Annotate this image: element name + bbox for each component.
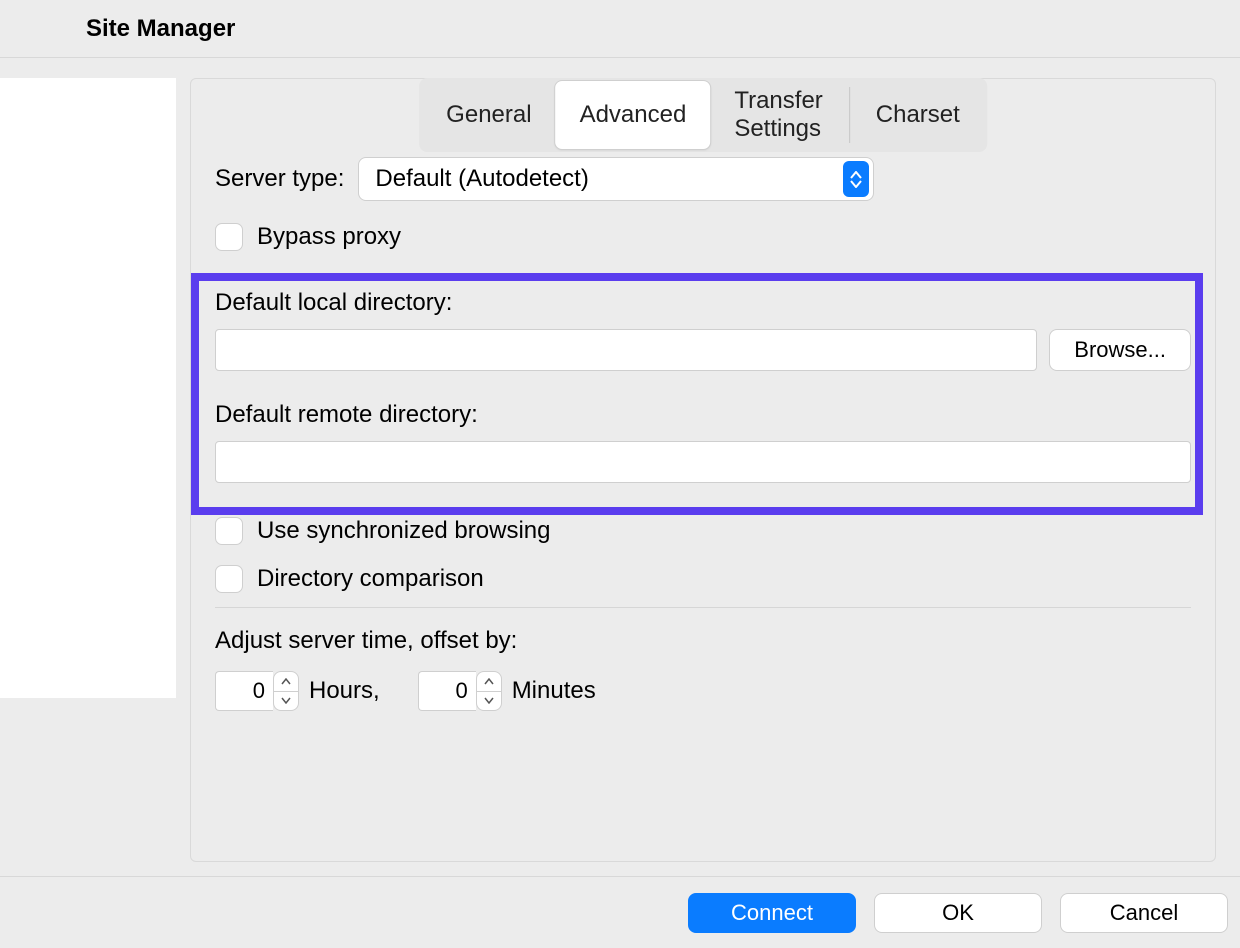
button-label: OK <box>942 900 974 926</box>
divider <box>215 607 1191 608</box>
tab-general[interactable]: General <box>422 81 555 149</box>
chevron-down-icon <box>274 692 298 711</box>
sync-browsing-label: Use synchronized browsing <box>257 517 550 545</box>
default-local-dir-input[interactable] <box>215 329 1037 371</box>
default-remote-dir-input[interactable] <box>215 441 1191 483</box>
dir-compare-label: Directory comparison <box>257 565 484 593</box>
settings-panel: General Advanced Transfer Settings Chars… <box>190 78 1216 862</box>
button-label: Connect <box>731 900 813 926</box>
default-remote-dir-label: Default remote directory: <box>215 401 478 429</box>
tab-label: Charset <box>876 101 960 129</box>
ok-button[interactable]: OK <box>874 893 1042 933</box>
chevron-up-icon <box>274 672 298 692</box>
tab-charset[interactable]: Charset <box>852 81 984 149</box>
adjust-time-label: Adjust server time, offset by: <box>215 627 517 655</box>
updown-icon <box>843 161 869 197</box>
site-list-sidebar[interactable] <box>0 78 176 698</box>
minutes-label: Minutes <box>512 677 596 705</box>
hours-input[interactable] <box>215 671 273 711</box>
chevron-down-icon <box>477 692 501 711</box>
window-title: Site Manager <box>86 15 235 43</box>
default-local-dir-label: Default local directory: <box>215 289 452 317</box>
tab-label: Transfer Settings <box>734 87 823 143</box>
minutes-input[interactable] <box>418 671 476 711</box>
sync-browsing-checkbox[interactable] <box>215 517 243 545</box>
hours-stepper[interactable] <box>273 671 299 711</box>
dialog-footer: Connect OK Cancel <box>0 876 1240 948</box>
server-type-value: Default (Autodetect) <box>375 165 588 193</box>
tab-transfer-settings[interactable]: Transfer Settings <box>710 81 847 149</box>
hours-label: Hours, <box>309 677 380 705</box>
tab-advanced[interactable]: Advanced <box>556 81 711 149</box>
server-type-label: Server type: <box>215 165 344 193</box>
button-label: Cancel <box>1110 900 1178 926</box>
tab-label: General <box>446 101 531 129</box>
bypass-proxy-label: Bypass proxy <box>257 223 401 251</box>
server-type-select[interactable]: Default (Autodetect) <box>358 157 874 201</box>
dir-compare-checkbox[interactable] <box>215 565 243 593</box>
browse-button[interactable]: Browse... <box>1049 329 1191 371</box>
window-titlebar: Site Manager <box>0 0 1240 58</box>
browse-label: Browse... <box>1074 337 1166 363</box>
tab-bar: General Advanced Transfer Settings Chars… <box>419 78 987 152</box>
cancel-button[interactable]: Cancel <box>1060 893 1228 933</box>
connect-button[interactable]: Connect <box>688 893 856 933</box>
chevron-up-icon <box>477 672 501 692</box>
tab-label: Advanced <box>580 101 687 129</box>
bypass-proxy-checkbox[interactable] <box>215 223 243 251</box>
minutes-stepper[interactable] <box>476 671 502 711</box>
